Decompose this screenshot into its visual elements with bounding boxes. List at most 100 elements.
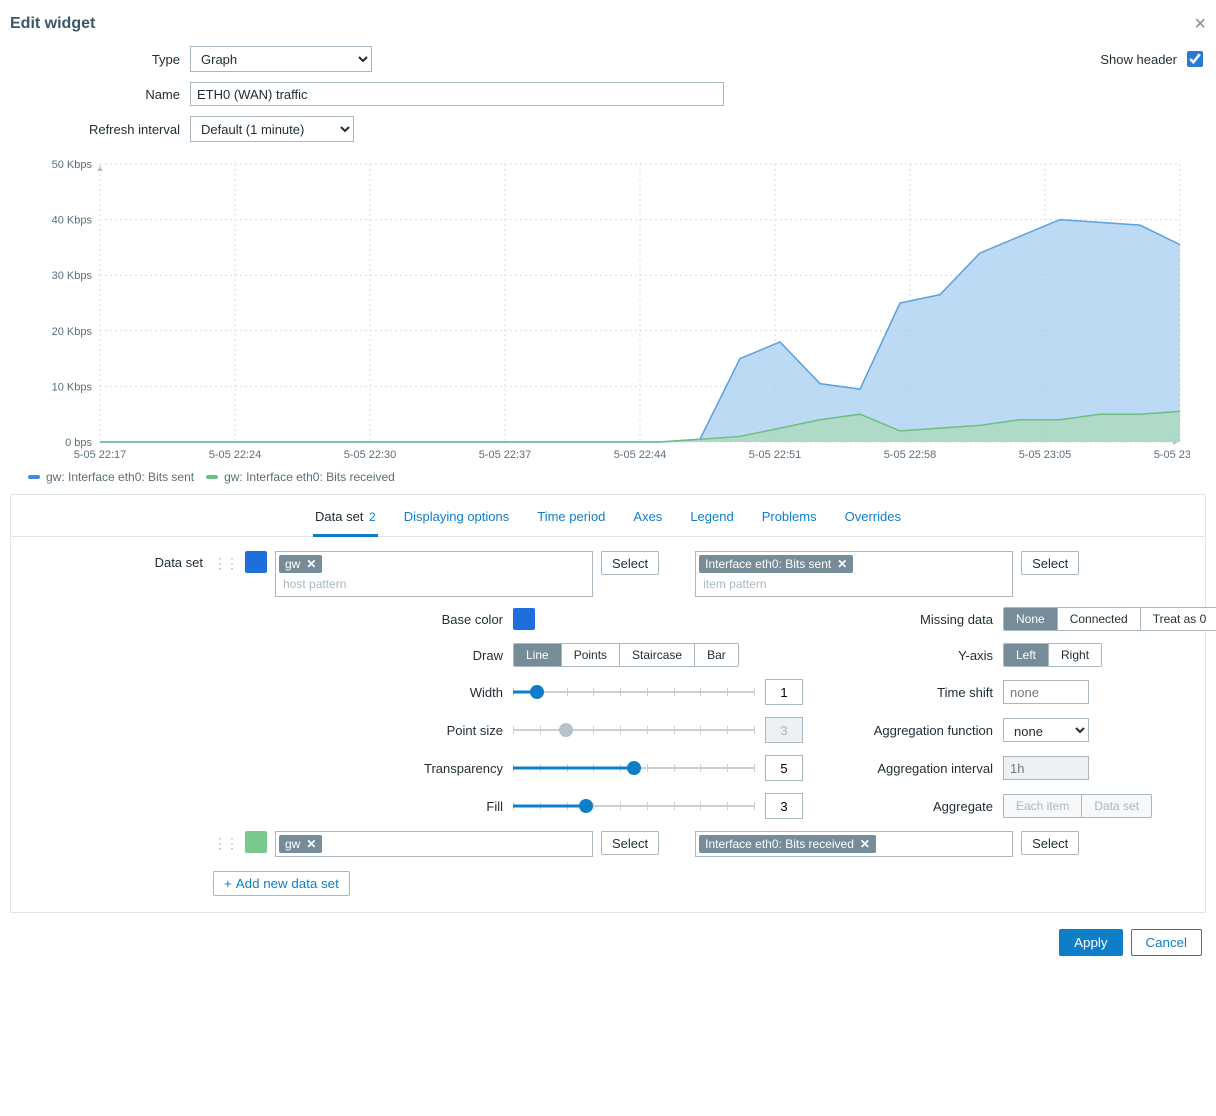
- select-host-button[interactable]: Select: [601, 831, 659, 855]
- color-chip[interactable]: [245, 831, 267, 853]
- svg-text:5-05 22:30: 5-05 22:30: [344, 449, 397, 461]
- draw-bar[interactable]: Bar: [695, 644, 738, 666]
- chart: 0 bps10 Kbps20 Kbps30 Kbps40 Kbps50 Kbps…: [10, 152, 1206, 466]
- row-name: Name: [10, 82, 1206, 106]
- remove-token-icon[interactable]: ✕: [837, 557, 847, 571]
- refresh-select[interactable]: Default (1 minute): [190, 116, 354, 142]
- svg-text:5-05 22:44: 5-05 22:44: [614, 449, 667, 461]
- plus-icon: +: [224, 876, 232, 891]
- tab-time-period[interactable]: Time period: [535, 505, 607, 536]
- cancel-button[interactable]: Cancel: [1131, 929, 1203, 956]
- dataset-row: ⋮⋮ gw ✕ host pattern Select Interface et…: [213, 551, 1216, 597]
- transparency-slider[interactable]: [513, 758, 755, 778]
- row-refresh: Refresh interval Default (1 minute): [10, 116, 1206, 142]
- remove-token-icon[interactable]: ✕: [306, 837, 316, 851]
- show-header-wrap: Show header: [1100, 48, 1206, 70]
- select-item-button[interactable]: Select: [1021, 551, 1079, 575]
- legend-swatch-1: [28, 475, 40, 479]
- missing-none[interactable]: None: [1004, 608, 1058, 630]
- width-slider[interactable]: [513, 682, 755, 702]
- agginterval-label: Aggregation interval: [803, 761, 1003, 776]
- draw-line[interactable]: Line: [514, 644, 562, 666]
- svg-text:0 bps: 0 bps: [65, 437, 92, 449]
- tab-displaying-options[interactable]: Displaying options: [402, 505, 512, 536]
- tab-overrides[interactable]: Overrides: [843, 505, 903, 536]
- missing-data-label: Missing data: [803, 612, 1003, 627]
- name-label: Name: [10, 87, 190, 102]
- apply-button[interactable]: Apply: [1059, 929, 1122, 956]
- aggfunc-label: Aggregation function: [803, 723, 1003, 738]
- fill-label: Fill: [213, 799, 513, 814]
- host-token: gw ✕: [279, 835, 322, 853]
- tab-problems[interactable]: Problems: [760, 505, 819, 536]
- item-pattern-input[interactable]: Interface eth0: Bits received ✕: [695, 831, 1013, 857]
- missing-connected[interactable]: Connected: [1058, 608, 1141, 630]
- timeshift-label: Time shift: [803, 685, 1003, 700]
- yaxis-segment: Left Right: [1003, 643, 1102, 667]
- legend-swatch-2: [206, 475, 218, 479]
- missing-treat0[interactable]: Treat as 0: [1141, 608, 1216, 630]
- tabs: Data set 2 Displaying options Time perio…: [11, 495, 1205, 537]
- fill-value[interactable]: [765, 793, 803, 819]
- svg-text:30 Kbps: 30 Kbps: [52, 270, 93, 282]
- svg-text:20 Kbps: 20 Kbps: [52, 326, 93, 338]
- agginterval-input: [1003, 756, 1089, 780]
- pointsize-label: Point size: [213, 723, 513, 738]
- add-dataset-button[interactable]: + Add new data set: [213, 871, 350, 896]
- chart-legend: gw: Interface eth0: Bits sent gw: Interf…: [10, 466, 1206, 494]
- yaxis-label: Y-axis: [803, 648, 1003, 663]
- dialog-header: Edit widget ×: [10, 10, 1206, 46]
- svg-text:5-05 22:58: 5-05 22:58: [884, 449, 937, 461]
- transparency-label: Transparency: [213, 761, 513, 776]
- pointsize-slider: [513, 720, 755, 740]
- svg-text:5-05 22:17: 5-05 22:17: [74, 449, 127, 461]
- item-token: Interface eth0: Bits received ✕: [699, 835, 876, 853]
- tab-axes[interactable]: Axes: [631, 505, 664, 536]
- aggregate-each-item: Each item: [1004, 795, 1082, 817]
- width-value[interactable]: [765, 679, 803, 705]
- dialog-footer: Apply Cancel: [10, 913, 1206, 960]
- panel-body: Data set ⋮⋮ gw ✕ host pattern Select: [11, 537, 1205, 912]
- aggfunc-select[interactable]: none: [1003, 718, 1089, 742]
- settings-panel: Data set 2 Displaying options Time perio…: [10, 494, 1206, 913]
- svg-text:5-05 22:24: 5-05 22:24: [209, 449, 262, 461]
- tab-data-set[interactable]: Data set 2: [313, 505, 378, 537]
- remove-token-icon[interactable]: ✕: [306, 557, 316, 571]
- drag-handle-icon[interactable]: ⋮⋮: [213, 551, 237, 572]
- host-pattern-input[interactable]: gw ✕ host pattern: [275, 551, 593, 597]
- item-token: Interface eth0: Bits sent ✕: [699, 555, 853, 573]
- pointsize-value: [765, 717, 803, 743]
- svg-text:10 Kbps: 10 Kbps: [52, 381, 93, 393]
- timeshift-input[interactable]: [1003, 680, 1089, 704]
- base-color-label: Base color: [213, 612, 513, 627]
- select-host-button[interactable]: Select: [601, 551, 659, 575]
- item-pattern-input[interactable]: Interface eth0: Bits sent ✕ item pattern: [695, 551, 1013, 597]
- host-placeholder: host pattern: [279, 575, 589, 593]
- base-color-chip[interactable]: [513, 608, 535, 630]
- transparency-value[interactable]: [765, 755, 803, 781]
- tab-legend[interactable]: Legend: [688, 505, 735, 536]
- show-header-label: Show header: [1100, 52, 1177, 67]
- refresh-label: Refresh interval: [10, 122, 190, 137]
- host-pattern-input[interactable]: gw ✕: [275, 831, 593, 857]
- name-input[interactable]: [190, 82, 724, 106]
- show-header-checkbox[interactable]: [1187, 51, 1203, 67]
- svg-text:40 Kbps: 40 Kbps: [52, 215, 93, 227]
- draw-segment: Line Points Staircase Bar: [513, 643, 739, 667]
- fill-slider[interactable]: [513, 796, 755, 816]
- remove-token-icon[interactable]: ✕: [860, 837, 870, 851]
- draw-staircase[interactable]: Staircase: [620, 644, 695, 666]
- aggregate-data-set: Data set: [1082, 795, 1151, 817]
- yaxis-right[interactable]: Right: [1049, 644, 1101, 666]
- dialog-title: Edit widget: [10, 15, 95, 33]
- legend-label-2: gw: Interface eth0: Bits received: [224, 470, 395, 484]
- drag-handle-icon[interactable]: ⋮⋮: [213, 831, 237, 852]
- host-token: gw ✕: [279, 555, 322, 573]
- chart-svg: 0 bps10 Kbps20 Kbps30 Kbps40 Kbps50 Kbps…: [10, 156, 1190, 466]
- close-icon[interactable]: ×: [1194, 14, 1206, 34]
- draw-points[interactable]: Points: [562, 644, 620, 666]
- yaxis-left[interactable]: Left: [1004, 644, 1049, 666]
- color-chip[interactable]: [245, 551, 267, 573]
- type-select[interactable]: Graph: [190, 46, 372, 72]
- select-item-button[interactable]: Select: [1021, 831, 1079, 855]
